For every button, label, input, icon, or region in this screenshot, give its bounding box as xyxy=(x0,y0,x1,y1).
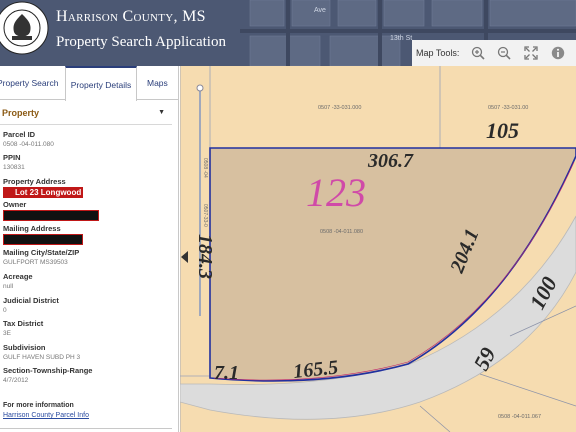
app-subtitle: Property Search Application xyxy=(56,34,226,50)
field-value: null xyxy=(3,283,14,290)
field-value: 4/7/2012 xyxy=(3,377,29,384)
parcel-label-top-left: 0507 -33-031.000 xyxy=(318,105,361,111)
property-section-header[interactable]: Property ▼ xyxy=(0,108,171,124)
parcel-map-canvas[interactable]: 0507 -33-031.000 0507 -33-031.00 0508 -0… xyxy=(180,66,576,432)
field-label: Property Address xyxy=(3,177,66,186)
mailing-address-redaction xyxy=(3,234,83,245)
left-edge-label: 0508 -04 xyxy=(202,158,208,178)
field-value: GULF HAVEN SUBD PH 3 xyxy=(3,354,81,361)
app-title: Harrison County, MS xyxy=(56,8,206,25)
lot-number: 123 xyxy=(306,170,366,215)
field-value: 3E xyxy=(3,330,11,337)
panel-tabs: Property Search Property Details Maps xyxy=(0,66,178,101)
field-judicial-district: Judicial District 0 xyxy=(3,296,173,316)
full-extent-icon[interactable] xyxy=(523,44,540,62)
field-label: Section-Township-Range xyxy=(3,366,93,375)
street-label: 13th St xyxy=(390,35,412,42)
dimension-top: 306.7 xyxy=(367,150,414,172)
field-label: PPIN xyxy=(3,153,21,162)
field-label: Subdivision xyxy=(3,343,46,352)
owner-redaction xyxy=(3,210,99,221)
field-property-address-label: Property Address xyxy=(3,177,173,187)
zoom-out-icon[interactable] xyxy=(496,44,513,62)
dimension-bottom: 165.5 xyxy=(292,356,339,383)
info-icon[interactable] xyxy=(549,44,566,62)
field-label: Mailing Address xyxy=(3,224,61,233)
details-panel: Property Search Property Details Maps Pr… xyxy=(0,66,179,432)
field-owner-label: Owner xyxy=(3,200,173,210)
field-value: 130831 xyxy=(3,164,25,171)
parcel-map[interactable]: 0507 -33-031.000 0507 -33-031.00 0508 -0… xyxy=(180,66,576,432)
map-tools-label: Map Tools: xyxy=(416,48,460,58)
field-mailing-address-label: Mailing Address xyxy=(3,224,173,234)
more-info-label: For more information xyxy=(3,402,74,409)
field-ppin: PPIN 130831 xyxy=(3,153,173,173)
lot-105: 105 xyxy=(486,118,519,143)
left-edge-label: 0507-33-0 xyxy=(202,204,208,227)
field-value: 0508 -04-011.080 xyxy=(3,141,54,148)
field-label: Mailing City/State/ZIP xyxy=(3,248,80,257)
section-title: Property xyxy=(2,108,40,118)
field-value: GULFPORT MS39503 xyxy=(3,259,68,266)
parcel-label-top-right: 0507 -33-031.00 xyxy=(488,105,528,111)
parcel-label-center: 0508 -04-011.080 xyxy=(320,229,363,235)
field-label: Judicial District xyxy=(3,296,59,305)
map-tools-bar: Map Tools: xyxy=(412,40,576,66)
field-subdivision: Subdivision GULF HAVEN SUBD PH 3 xyxy=(3,343,173,363)
field-parcel-id: Parcel ID 0508 -04-011.080 xyxy=(3,130,173,150)
field-mailing-city: Mailing City/State/ZIP GULFPORT MS39503 xyxy=(3,248,173,268)
tab-property-details[interactable]: Property Details xyxy=(65,66,137,101)
field-value: 0 xyxy=(3,307,7,314)
dimension-left: 184.3 xyxy=(194,234,216,279)
field-tax-district: Tax District 3E xyxy=(3,319,173,339)
zoom-in-icon[interactable] xyxy=(469,44,486,62)
avenue-label: Ave xyxy=(314,7,326,14)
collapse-panel-icon[interactable] xyxy=(180,250,190,264)
dimension-corner: 7.1 xyxy=(214,362,239,384)
divider xyxy=(0,124,172,125)
field-section-township-range: Section-Township-Range 4/7/2012 xyxy=(3,366,173,386)
divider xyxy=(0,428,172,429)
field-label: Acreage xyxy=(3,272,33,281)
field-label: Parcel ID xyxy=(3,130,36,139)
county-seal-icon xyxy=(0,1,49,55)
app-header: 13th St Ave Harrison County, MS Property… xyxy=(0,0,576,66)
tab-property-search[interactable]: Property Search xyxy=(0,66,58,100)
property-address-value: Lot 23 Longwood xyxy=(3,187,83,198)
parcel-label-bottom: 0508 -04-011.067 xyxy=(498,414,541,420)
tab-maps[interactable]: Maps xyxy=(147,66,168,100)
parcel-info-link[interactable]: Harrison County Parcel Info xyxy=(3,412,89,419)
field-acreage: Acreage null xyxy=(3,272,173,292)
field-label: Owner xyxy=(3,200,27,209)
field-label: Tax District xyxy=(3,319,44,328)
caret-down-icon[interactable]: ▼ xyxy=(158,109,165,116)
